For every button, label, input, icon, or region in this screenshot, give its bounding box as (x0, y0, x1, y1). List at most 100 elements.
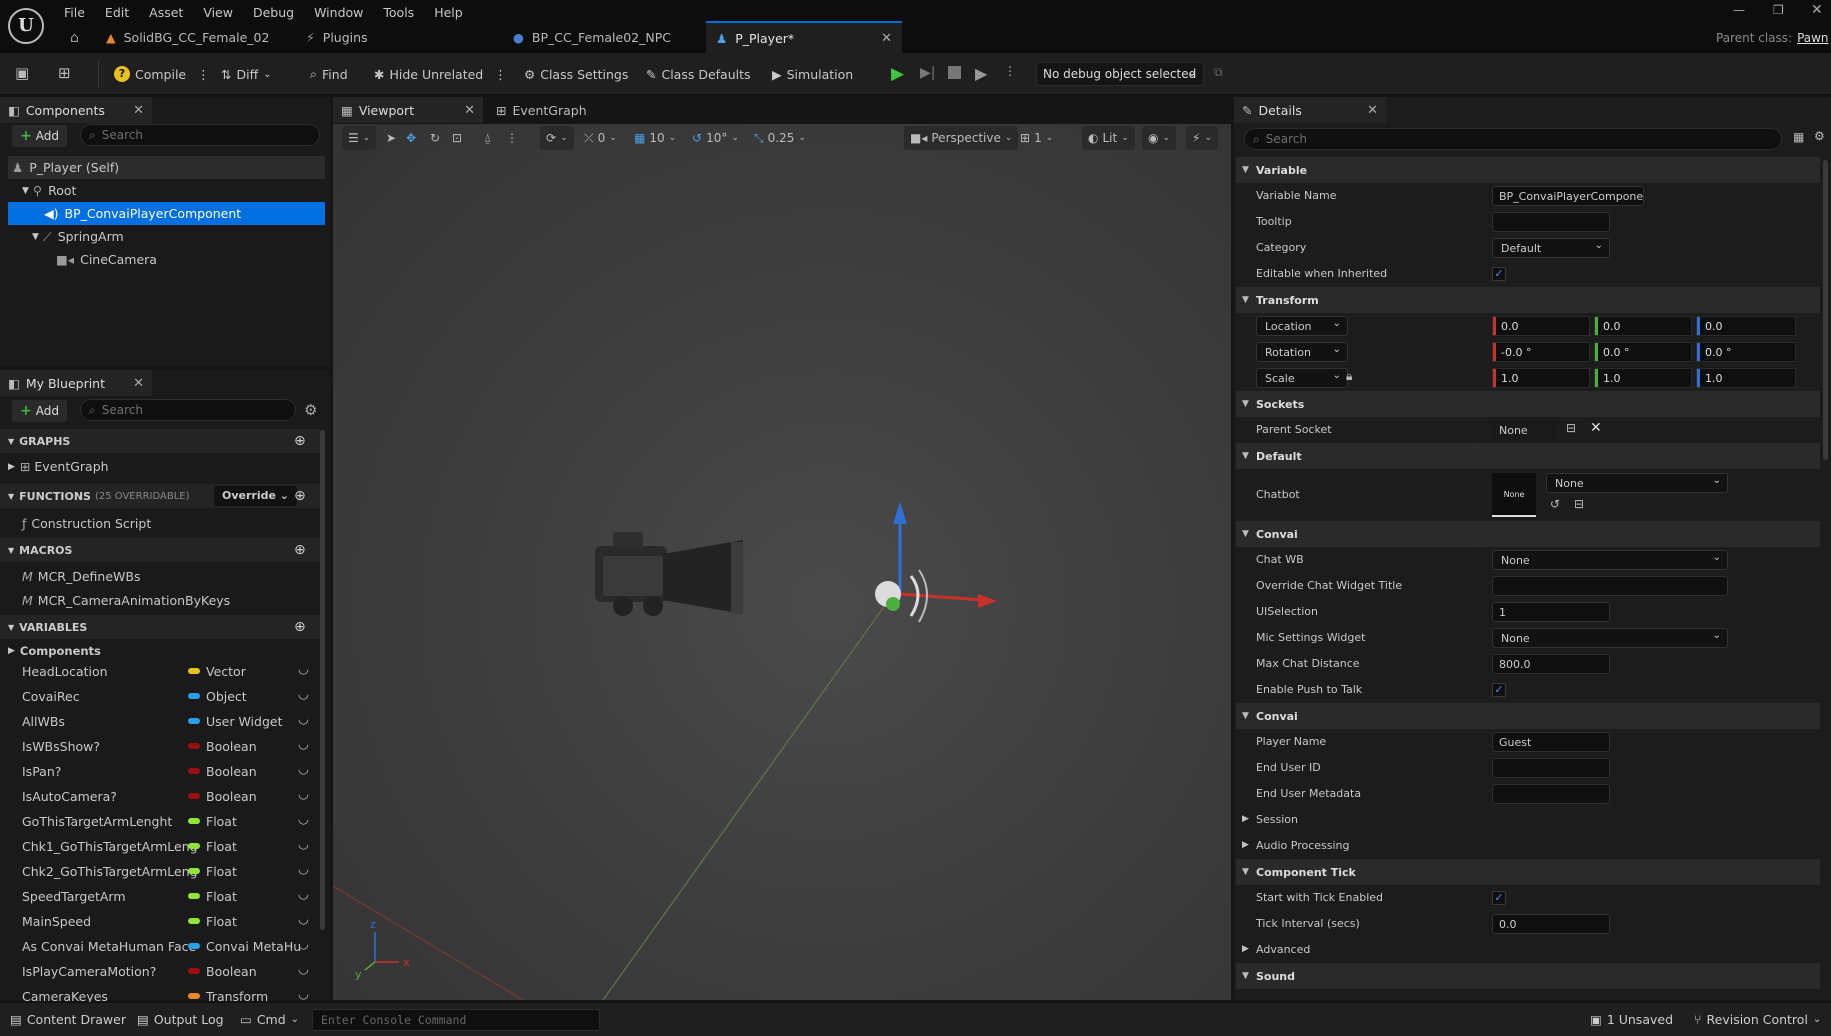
eject-icon[interactable]: ▶ (975, 64, 987, 83)
add-component-button[interactable]: + Add (12, 125, 67, 147)
section-convai[interactable]: ▼ Convai (1236, 703, 1820, 729)
output-log-button[interactable]: ▤ Output Log (137, 1002, 224, 1036)
search-input[interactable]: Search (102, 403, 143, 417)
push-to-talk-checkbox[interactable]: ✓ (1492, 683, 1506, 697)
menu-file[interactable]: File (54, 5, 95, 20)
location-y[interactable]: 0.0 (1594, 316, 1692, 336)
editable-checkbox[interactable]: ✓ (1492, 267, 1506, 281)
class-defaults-button[interactable]: ✎ Class Defaults (640, 59, 757, 89)
add-member-button[interactable]: + Add (12, 400, 67, 422)
location-z[interactable]: 0.0 (1696, 316, 1796, 336)
menu-view[interactable]: View (193, 5, 243, 20)
player-name-field[interactable]: Guest (1492, 732, 1610, 752)
ui-selection-field[interactable]: 1 (1492, 602, 1610, 622)
tab-solidbg[interactable]: ▲ SolidBG_CC_Female_02 (96, 21, 296, 53)
location-x[interactable]: 0.0 (1492, 316, 1590, 336)
macro-item[interactable]: M MCR_DefineWBs (22, 565, 339, 588)
tab-npc[interactable]: ● BP_CC_Female02_NPC (503, 21, 703, 53)
scale-y[interactable]: 1.0 (1594, 368, 1692, 388)
visibility-eye-icon[interactable]: ◡ (298, 861, 309, 876)
stop-icon[interactable] (948, 66, 961, 79)
more-options-icon[interactable]: ⋮ (197, 67, 210, 82)
close-panel-icon[interactable]: ✕ (133, 376, 144, 391)
location-select[interactable]: Location ⌄ (1256, 316, 1348, 336)
save-icon[interactable]: ▣ (15, 64, 29, 82)
surface-snap-icon[interactable]: ⍙ (484, 126, 491, 150)
scale-tool-icon[interactable]: ⊡ (452, 126, 462, 150)
section-sockets[interactable]: ▼ Sockets (1236, 391, 1820, 417)
menu-debug[interactable]: Debug (243, 5, 304, 20)
section-default[interactable]: ▼ Default (1236, 443, 1820, 469)
rotate-snap-button[interactable]: ⤫ 0 ⌄ (584, 126, 617, 150)
rotation-select[interactable]: Rotation ⌄ (1256, 342, 1348, 362)
menu-tools[interactable]: Tools (373, 5, 424, 20)
lit-button[interactable]: ◐ Lit ⌄ (1082, 126, 1135, 150)
variable-row[interactable]: IsPlayCameraMotion? Boolean ◡ (0, 959, 320, 984)
menu-window[interactable]: Window (304, 5, 373, 20)
hide-unrelated-button[interactable]: ✱ Hide Unrelated ⋮ (368, 59, 513, 89)
unsaved-button[interactable]: ▣ 1 Unsaved (1590, 1002, 1673, 1036)
angle-snap-button[interactable]: ↺ 10° ⌄ (692, 126, 739, 150)
tab-components[interactable]: ◧ Components ✕ (0, 97, 152, 123)
visibility-eye-icon[interactable]: ◡ (298, 736, 309, 751)
close-panel-icon[interactable]: ✕ (133, 103, 144, 118)
visibility-eye-icon[interactable]: ◡ (298, 761, 309, 776)
graphs-header[interactable]: ▼ GRAPHS ⊕ (0, 429, 320, 453)
function-construction-script[interactable]: ƒ Construction Script (22, 512, 339, 535)
show-flags-button[interactable]: ◉ ⌄ (1142, 126, 1177, 150)
macro-item[interactable]: M MCR_CameraAnimationByKeys (22, 589, 339, 612)
component-self[interactable]: ♟ P_Player (Self) (8, 156, 325, 179)
section-component-tick[interactable]: ▼ Component Tick (1236, 859, 1820, 885)
rotation-x[interactable]: -0.0 ° (1492, 342, 1590, 362)
add-function-icon[interactable]: ⊕ (294, 488, 306, 504)
tab-plugins[interactable]: ⚡ Plugins (296, 21, 496, 53)
variable-row[interactable]: IsPan? Boolean ◡ (0, 759, 320, 784)
variable-row[interactable]: Chk2_GoThisTargetArmLeng Float ◡ (0, 859, 320, 884)
section-variable[interactable]: ▼ Variable (1236, 157, 1820, 183)
visibility-eye-icon[interactable]: ◡ (298, 836, 309, 851)
maximize-icon[interactable]: ❐ (1773, 3, 1784, 17)
simulation-button[interactable]: ▶ Simulation (766, 59, 859, 89)
variable-name-field[interactable]: BP_ConvaiPlayerComponent (1492, 186, 1644, 206)
variables-header[interactable]: ▼ VARIABLES ⊕ (0, 615, 320, 639)
close-tab-icon[interactable]: ✕ (881, 31, 892, 46)
unreal-logo[interactable]: U (8, 8, 44, 44)
debug-filter-icon[interactable]: ⧉ (1214, 65, 1223, 80)
visibility-eye-icon[interactable]: ◡ (298, 661, 309, 676)
visibility-eye-icon[interactable]: ◡ (298, 711, 309, 726)
scale-snap-button[interactable]: ⤡ 0.25 ⌄ (754, 126, 806, 150)
search-input[interactable]: Search (1266, 132, 1307, 146)
variable-row[interactable]: SpeedTargetArm Float ◡ (0, 884, 320, 909)
close-window-icon[interactable]: ✕ (1811, 2, 1823, 18)
category-select[interactable]: Default ⌄ (1492, 238, 1610, 258)
visibility-eye-icon[interactable]: ◡ (298, 686, 309, 701)
visibility-eye-icon[interactable]: ◡ (298, 936, 309, 951)
menu-asset[interactable]: Asset (139, 5, 193, 20)
scale-select[interactable]: Scale ⌄ (1256, 368, 1348, 388)
tick-interval-field[interactable]: 0.0 (1492, 914, 1610, 934)
clear-icon[interactable]: ✕ (1590, 420, 1602, 436)
max-chat-distance-field[interactable]: 800.0 (1492, 654, 1610, 674)
chatbot-thumbnail[interactable]: None (1492, 473, 1536, 517)
parent-socket-field[interactable]: None (1492, 420, 1556, 440)
graph-eventgraph[interactable]: ▶ ⊞ EventGraph (8, 455, 325, 478)
details-search[interactable]: ⌕ Search (1244, 128, 1782, 150)
console-input[interactable]: Enter Console Command (312, 1009, 600, 1031)
variable-row[interactable]: IsAutoCamera? Boolean ◡ (0, 784, 320, 809)
component-root[interactable]: ▼ ⚲ Root (8, 179, 325, 202)
menu-help[interactable]: Help (424, 5, 473, 20)
component-springarm[interactable]: ▼ ⟋ SpringArm (8, 225, 325, 248)
camera-speed-button[interactable]: ⊞ 1 ⌄ (1020, 126, 1053, 150)
reset-icon[interactable]: ↺ (1550, 497, 1560, 511)
scale-x[interactable]: 1.0 (1492, 368, 1590, 388)
menu-edit[interactable]: Edit (95, 5, 139, 20)
mic-settings-select[interactable]: None ⌄ (1492, 628, 1728, 648)
browse-icon[interactable]: ⊟ (1574, 497, 1584, 511)
tooltip-field[interactable] (1492, 212, 1610, 232)
end-user-id-field[interactable] (1492, 758, 1610, 778)
details-scrollbar[interactable] (1823, 160, 1828, 460)
play-icon[interactable]: ▶ (891, 64, 904, 84)
variable-row[interactable]: As Convai MetaHuman Face Convai MetaHu ◡ (0, 934, 320, 959)
home-icon[interactable]: ⌂ (70, 30, 79, 46)
variable-row[interactable]: HeadLocation Vector ◡ (0, 659, 320, 684)
